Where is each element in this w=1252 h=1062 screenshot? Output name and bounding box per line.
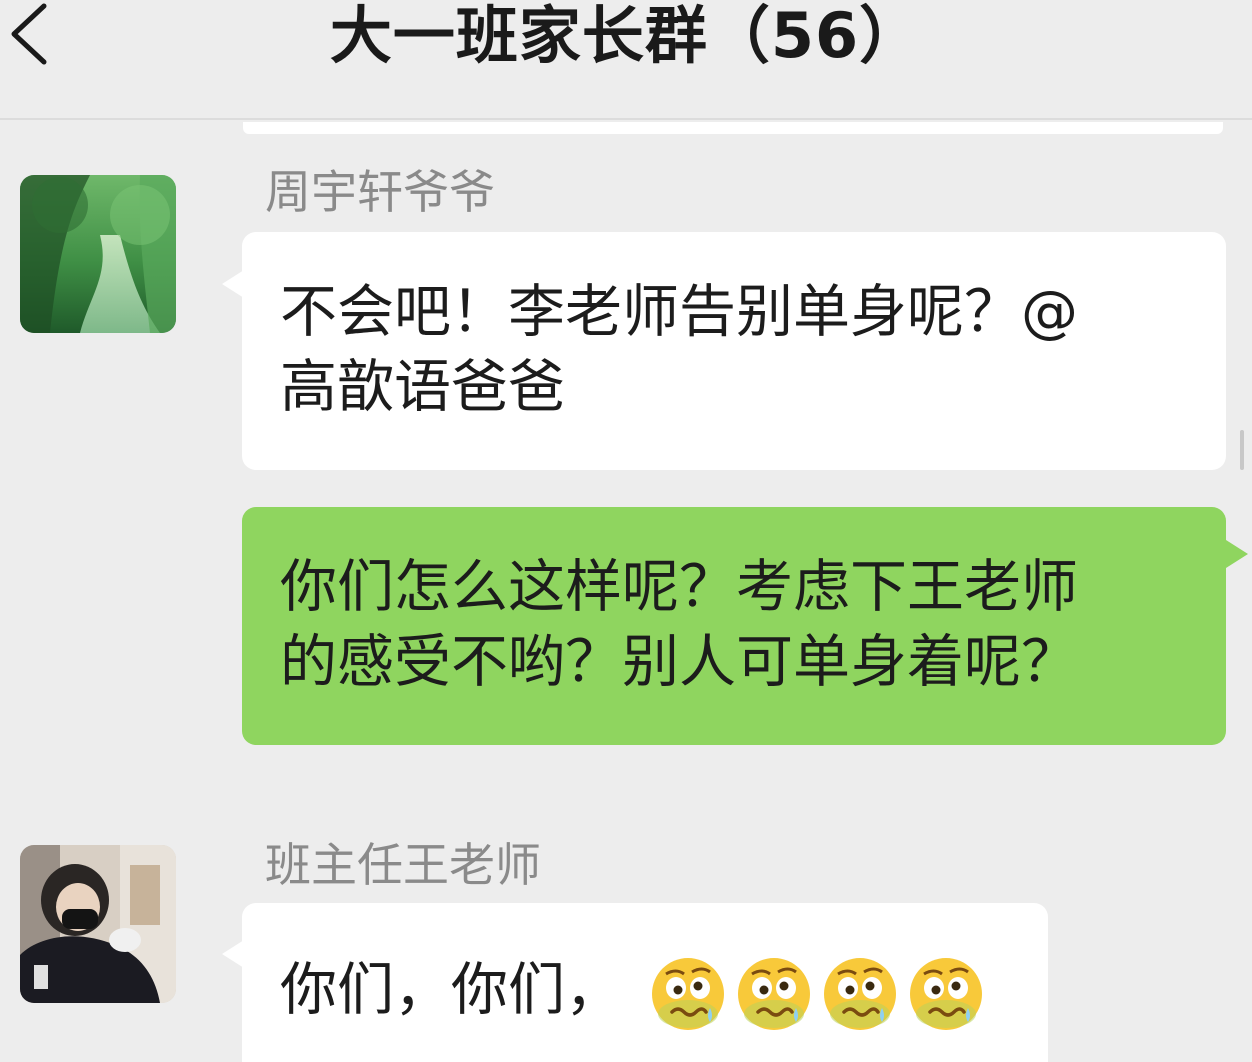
message-text: 你们怎么这样呢？考虑下王老师 (280, 554, 1078, 620)
chat-screen: 大一班家长群（56） 周宇轩爷爷 不会吧！李老师告别单身呢？@ 高歆语爸爸 你们… (0, 0, 1252, 1062)
woozy-face-icon (824, 957, 896, 1030)
message-text: 不会吧！李老师告别单身呢？@ (280, 279, 1078, 345)
woozy-face-icon (910, 957, 982, 1030)
woozy-face-icon (738, 957, 810, 1030)
emoji-row (648, 953, 992, 1033)
header-divider (0, 118, 1252, 120)
message-bubble-self[interactable]: 你们怎么这样呢？考虑下王老师 的感受不哟？别人可单身着呢？ (242, 507, 1226, 745)
message-text: 的感受不哟？别人可单身着呢？ (280, 629, 1078, 695)
sender-name: 周宇轩爷爷 (265, 165, 495, 219)
scrollbar[interactable] (1240, 430, 1244, 470)
bubble-tail (222, 270, 244, 298)
message-text: 你们，你们， (280, 957, 622, 1023)
sender-name: 班主任王老师 (265, 838, 541, 892)
avatar[interactable] (20, 175, 176, 333)
bubble-tail (222, 940, 244, 968)
message-bubble[interactable]: 你们，你们， (242, 903, 1048, 1062)
bubble-tail (1226, 540, 1248, 568)
chat-title: 大一班家长群（56） (329, 0, 923, 72)
chat-header: 大一班家长群（56） (0, 0, 1252, 118)
woozy-face-icon (652, 957, 724, 1030)
message-bubble[interactable]: 不会吧！李老师告别单身呢？@ 高歆语爸爸 (242, 232, 1226, 470)
message-text: 高歆语爸爸 (280, 354, 565, 420)
avatar[interactable] (20, 845, 176, 1003)
previous-message-edge (243, 122, 1223, 134)
